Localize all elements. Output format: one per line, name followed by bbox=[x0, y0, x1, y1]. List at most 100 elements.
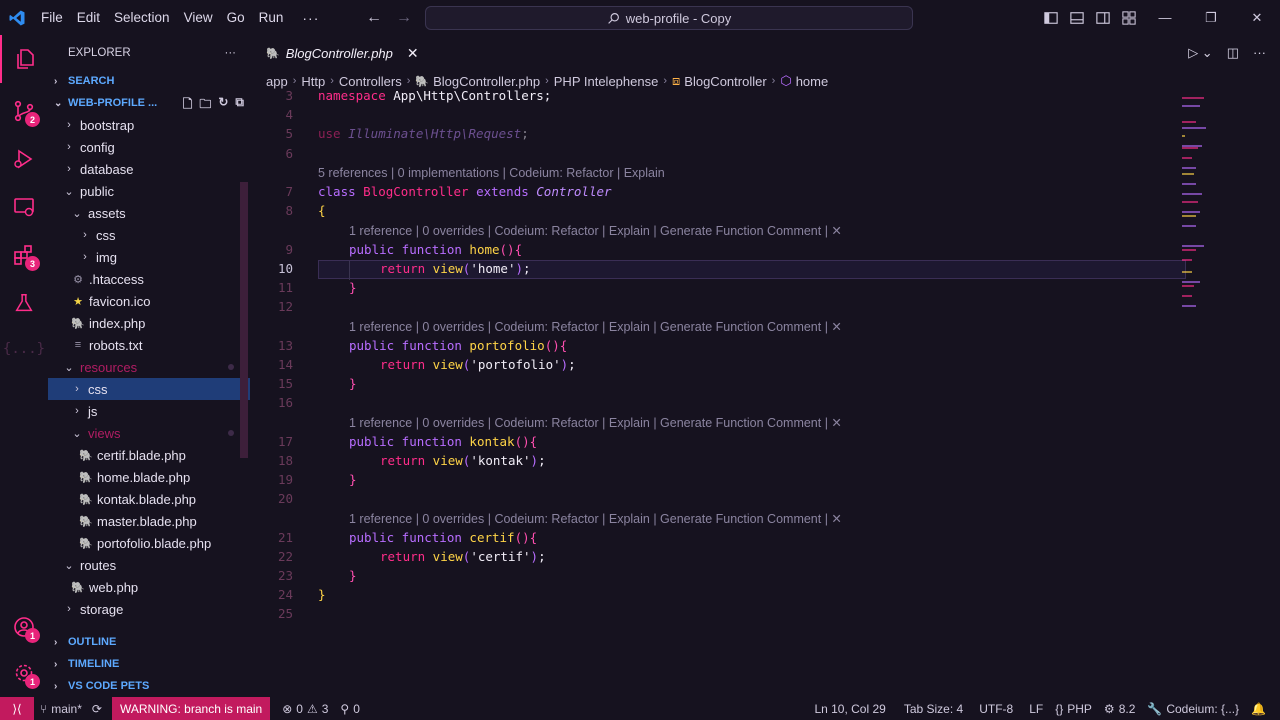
tree-folder[interactable]: ⌄ assets bbox=[48, 202, 250, 224]
end-of-line[interactable]: LF bbox=[1023, 702, 1049, 716]
cursor-position[interactable]: Ln 10, Col 29 bbox=[808, 702, 891, 716]
tree-folder[interactable]: › database bbox=[48, 158, 250, 180]
code-lens[interactable]: 5 references | 0 implementations | Codei… bbox=[318, 166, 665, 180]
keyword-token: return bbox=[380, 260, 426, 276]
encoding[interactable]: UTF-8 bbox=[973, 702, 1019, 716]
chevron-right-icon: › bbox=[663, 75, 667, 87]
chevron-right-icon: › bbox=[67, 603, 71, 615]
tree-file[interactable]: 🐘 certif.blade.php bbox=[48, 444, 250, 466]
remote-indicator-icon[interactable]: ⟩⟨ bbox=[0, 697, 34, 720]
tree-file[interactable]: ★ favicon.ico bbox=[48, 290, 250, 312]
editor-more-icon[interactable]: ··· bbox=[1253, 45, 1266, 60]
new-file-icon[interactable]: 🗋 bbox=[183, 95, 193, 116]
tree-folder[interactable]: › css bbox=[48, 224, 250, 246]
tree-file[interactable]: 🐘 portofolio.blade.php bbox=[48, 532, 250, 554]
explorer-more-button[interactable]: ··· bbox=[225, 47, 237, 59]
code-lens[interactable]: 1 reference | 0 overrides | Codeium: Ref… bbox=[349, 223, 842, 238]
search-section-label: SEARCH bbox=[68, 75, 115, 87]
tree-folder[interactable]: ⌄ views bbox=[48, 422, 250, 444]
vscode-pets-section[interactable]: › VS CODE PETS bbox=[48, 675, 250, 697]
restore-icon[interactable]: ❐ bbox=[1188, 0, 1234, 35]
tree-folder[interactable]: ⌄ routes bbox=[48, 554, 250, 576]
brace-token: } bbox=[349, 280, 357, 295]
tree-folder[interactable]: ⌄ public bbox=[48, 180, 250, 202]
code-lens[interactable]: 1 reference | 0 overrides | Codeium: Ref… bbox=[349, 511, 842, 526]
keyword-token: class bbox=[318, 184, 356, 199]
menu-edit[interactable]: Edit bbox=[70, 10, 107, 25]
code-lens[interactable]: 1 reference | 0 overrides | Codeium: Ref… bbox=[349, 415, 842, 430]
chevron-right-icon: › bbox=[330, 75, 334, 87]
tree-file[interactable]: 🐘 master.blade.php bbox=[48, 510, 250, 532]
toggle-secondary-sidebar-icon[interactable] bbox=[1090, 0, 1116, 35]
outline-section[interactable]: › OUTLINE bbox=[48, 631, 250, 653]
tree-file[interactable]: ≡ robots.txt bbox=[48, 334, 250, 356]
tab-size[interactable]: Tab Size: 4 bbox=[898, 702, 969, 716]
code-line: return view('kontak'); bbox=[380, 453, 546, 468]
language-mode[interactable]: {} PHP bbox=[1049, 702, 1098, 716]
timeline-section[interactable]: › TIMELINE bbox=[48, 653, 250, 675]
forward-arrow-icon[interactable]: → bbox=[396, 9, 412, 27]
extensions-icon[interactable]: 3 bbox=[0, 231, 48, 279]
tree-file[interactable]: 🐘 index.php bbox=[48, 312, 250, 334]
tab-blogcontroller[interactable]: 🐘 BlogController.php ✕ bbox=[254, 35, 419, 70]
collapse-all-icon[interactable]: ⧉ bbox=[235, 95, 244, 116]
menu-more-button[interactable]: ··· bbox=[290, 10, 331, 26]
code-lens[interactable]: 1 reference | 0 overrides | Codeium: Ref… bbox=[349, 319, 842, 334]
notifications-bell-icon[interactable]: 🔔 bbox=[1245, 702, 1272, 716]
minimize-icon[interactable]: — bbox=[1142, 0, 1188, 35]
branch-warning[interactable]: WARNING: branch is main bbox=[111, 697, 271, 720]
menu-go[interactable]: Go bbox=[220, 10, 252, 25]
customize-layout-icon[interactable] bbox=[1116, 0, 1142, 35]
minimap-line bbox=[1182, 295, 1192, 297]
project-root[interactable]: ⌄ WEB-PROFILE ... 🗋 🗀 ↻ ⧉ bbox=[48, 92, 250, 114]
tree-folder[interactable]: › storage bbox=[48, 598, 250, 620]
text-file-icon: ≡ bbox=[74, 339, 82, 351]
tree-folder[interactable]: ⌄ resources bbox=[48, 356, 250, 378]
close-tab-icon[interactable]: ✕ bbox=[407, 45, 419, 62]
run-file-icon[interactable]: ▷ ⌄ bbox=[1188, 45, 1213, 61]
menu-view[interactable]: View bbox=[177, 10, 220, 25]
command-center-search[interactable]: web-profile - Copy bbox=[425, 6, 913, 30]
account-icon[interactable]: 1 bbox=[0, 603, 48, 651]
php-version[interactable]: ⚙ 8.2 bbox=[1098, 702, 1141, 716]
tree-folder[interactable]: › img bbox=[48, 246, 250, 268]
keyword-token: namespace bbox=[318, 88, 386, 103]
sidebar-scrollbar[interactable] bbox=[240, 182, 248, 458]
tree-file[interactable]: ⚙ .htaccess bbox=[48, 268, 250, 290]
gear-icon[interactable]: 1 bbox=[0, 649, 48, 697]
toggle-panel-icon[interactable] bbox=[1064, 0, 1090, 35]
tree-folder[interactable]: › config bbox=[48, 136, 250, 158]
menu-selection[interactable]: Selection bbox=[107, 10, 177, 25]
codeium-status[interactable]: 🔧 Codeium: {...} bbox=[1141, 702, 1245, 716]
remote-explorer-icon[interactable] bbox=[0, 183, 48, 231]
menu-file[interactable]: File bbox=[34, 10, 70, 25]
new-folder-icon[interactable]: 🗀 bbox=[199, 95, 211, 116]
braces-icon[interactable]: {...} bbox=[0, 325, 48, 373]
code-editor[interactable]: 3 4 5 6 7 8 9 10 11 12 13 14 15 16 17 18 19 20 21 22 23 24 25 5… bbox=[250, 87, 1190, 687]
tree-item-label: database bbox=[80, 161, 134, 177]
minimap[interactable] bbox=[1182, 87, 1218, 387]
ports-indicator[interactable]: ⚲ 0 bbox=[334, 702, 365, 716]
files-icon[interactable] bbox=[0, 35, 48, 83]
run-debug-icon[interactable] bbox=[0, 135, 48, 183]
toggle-sidebar-icon[interactable] bbox=[1038, 0, 1064, 35]
back-arrow-icon[interactable]: ← bbox=[366, 9, 382, 27]
chevron-down-icon: ⌄ bbox=[54, 97, 63, 109]
string-token: 'home' bbox=[470, 260, 516, 276]
close-window-icon[interactable]: ✕ bbox=[1234, 0, 1280, 35]
tree-file[interactable]: 🐘 home.blade.php bbox=[48, 466, 250, 488]
tree-file[interactable]: 🐘 web.php bbox=[48, 576, 250, 598]
flask-icon[interactable] bbox=[0, 279, 48, 327]
refresh-icon[interactable]: ↻ bbox=[218, 95, 228, 116]
branch-indicator[interactable]: ⑂ main* ⟳ bbox=[34, 702, 108, 716]
problems-indicator[interactable]: ⊗ 0 ⚠ 3 bbox=[276, 702, 334, 716]
tree-folder[interactable]: › bootstrap bbox=[48, 114, 250, 136]
split-editor-icon[interactable]: ◫ bbox=[1227, 45, 1239, 61]
tree-file[interactable]: 🐘 kontak.blade.php bbox=[48, 488, 250, 510]
tab-label: BlogController.php bbox=[285, 45, 393, 61]
source-control-icon[interactable]: 2 bbox=[0, 87, 48, 135]
menu-run[interactable]: Run bbox=[252, 10, 291, 25]
tree-folder[interactable]: › css bbox=[48, 378, 250, 400]
tree-folder[interactable]: › js bbox=[48, 400, 250, 422]
search-section[interactable]: › SEARCH bbox=[48, 70, 250, 92]
